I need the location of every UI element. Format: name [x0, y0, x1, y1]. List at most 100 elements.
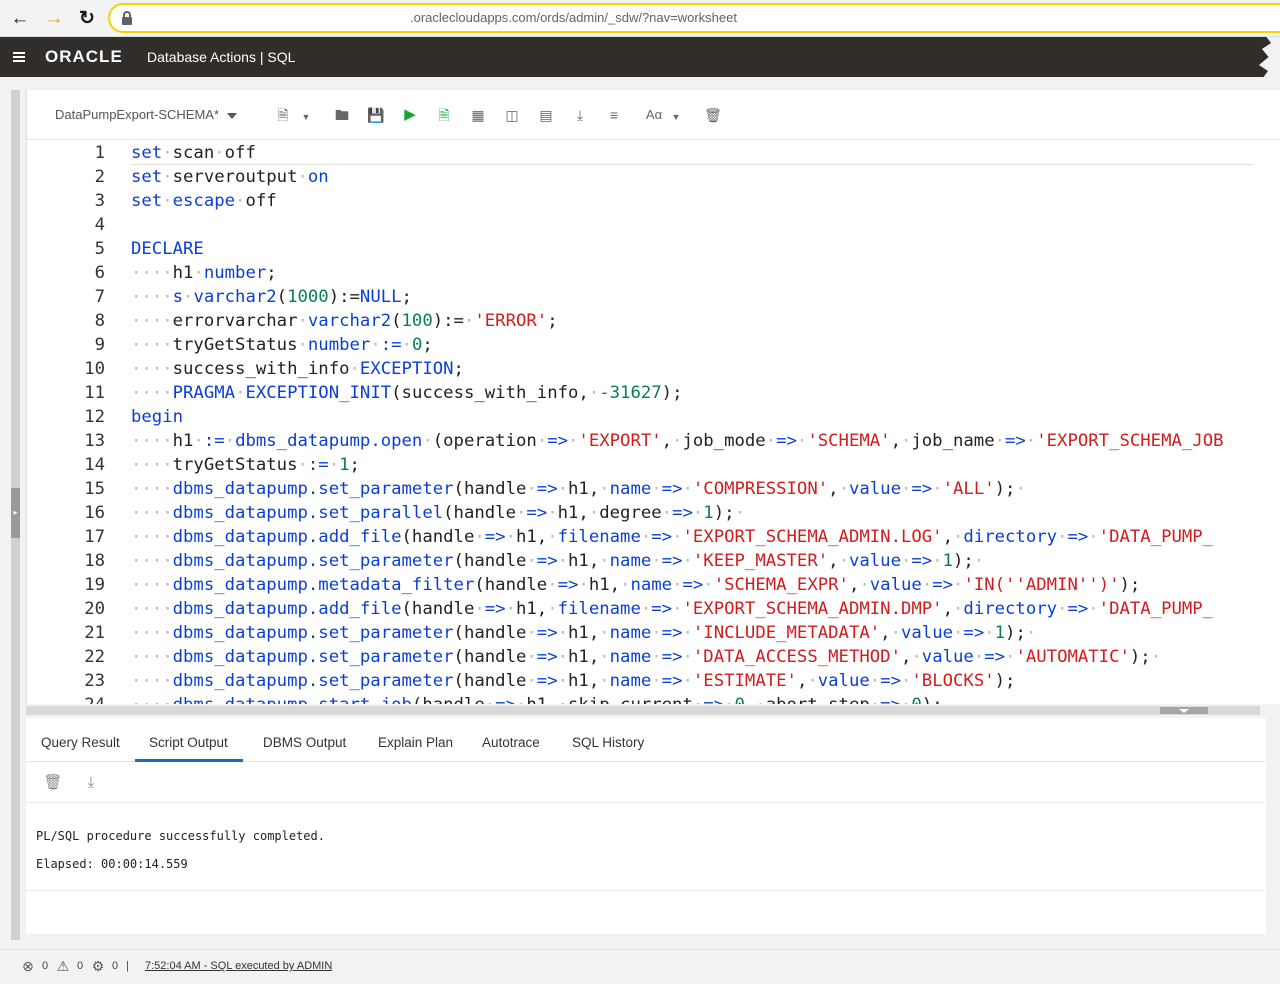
output-line: Elapsed: 00:00:14.559 — [36, 857, 188, 871]
code-text: ····PRAGMA·EXCEPTION_INIT(success_with_i… — [131, 383, 683, 403]
line-number: 10 — [84, 359, 105, 379]
tab-script-output[interactable]: Script Output — [135, 735, 243, 762]
code-line[interactable]: 3 set·escape·off — [27, 189, 1280, 213]
code-line[interactable]: 12 begin — [27, 405, 1280, 429]
line-number: 17 — [84, 527, 105, 547]
code-line[interactable]: 7 ····s·varchar2(1000):=NULL; — [27, 285, 1280, 309]
worksheet-selector[interactable]: DataPumpExport-SCHEMA* — [55, 107, 237, 122]
menu-icon[interactable] — [13, 52, 25, 62]
clear-icon[interactable]: 🗑 — [702, 104, 724, 126]
results-panel: Query Result Script Output DBMS Output E… — [26, 718, 1266, 934]
code-editor[interactable]: 1 set·scan·off 2 set·serveroutput·on 3 set·es… — [27, 141, 1280, 704]
navigator-collapse-handle[interactable]: ▸ — [11, 90, 20, 940]
code-line[interactable]: 8 ····errorvarchar·varchar2(100):=·'ERROR… — [27, 309, 1280, 333]
code-line[interactable]: 1 set·scan·off — [27, 141, 1280, 165]
output-line: PL/SQL procedure successfully completed. — [36, 829, 325, 843]
code-text: ····success_with_info·EXCEPTION; — [131, 359, 464, 379]
code-text: begin — [131, 407, 184, 427]
back-arrow-icon[interactable]: ← — [7, 6, 33, 32]
tab-query-result[interactable]: Query Result — [41, 735, 120, 750]
code-line[interactable]: 9 ····tryGetStatus·number·:=·0; — [27, 333, 1280, 357]
tab-autotrace[interactable]: Autotrace — [482, 735, 540, 750]
code-text: ····dbms_datapump.start_job(handle·=>·h1… — [131, 693, 943, 704]
format-icon[interactable]: ≡ — [603, 104, 625, 126]
code-line[interactable]: 14 ····tryGetStatus·:=·1; — [27, 453, 1280, 477]
code-text: ····dbms_datapump.set_parameter(handle·=… — [131, 647, 1162, 667]
forward-arrow-icon[interactable]: → — [41, 6, 67, 32]
new-worksheet-icon[interactable]: 🗎 — [272, 104, 294, 126]
code-text: set·scan·off — [131, 143, 256, 163]
code-text: set·serveroutput·on — [131, 167, 329, 187]
warning-count: 0 — [77, 960, 84, 972]
code-line[interactable]: 20 ····dbms_datapump.add_file(handle·=>·h… — [27, 597, 1280, 621]
download-icon[interactable]: ⤓ — [569, 104, 591, 126]
line-number: 13 — [84, 431, 105, 451]
browser-toolbar: ← → ↻ .oraclecloudapps.com/ords/admin/_s… — [0, 0, 1280, 37]
collapse-arrow-icon[interactable] — [1160, 707, 1208, 714]
save-icon[interactable]: 💾 — [365, 104, 387, 126]
download-icon[interactable]: ⤓ — [81, 773, 101, 793]
app-title: Database Actions | SQL — [147, 49, 296, 65]
run-statement-icon[interactable]: ▶ — [399, 104, 421, 126]
url-text: .oraclecloudapps.com/ords/admin/_sdw/?na… — [410, 10, 737, 25]
code-line[interactable]: 15 ····dbms_datapump.set_parameter(handle… — [27, 477, 1280, 501]
gear-icon[interactable]: ⚙ — [90, 958, 106, 974]
code-text: ····h1·number; — [131, 263, 277, 283]
code-line[interactable]: 19 ····dbms_datapump.metadata_filter(hand… — [27, 573, 1280, 597]
code-line[interactable]: 16 ····dbms_datapump.set_parallel(handle·… — [27, 501, 1280, 525]
run-script-icon[interactable]: 🗎 — [433, 104, 455, 126]
line-number: 6 — [94, 263, 105, 283]
code-text: ····tryGetStatus·number·:=·0; — [131, 335, 433, 355]
code-text: ····dbms_datapump.set_parameter(handle·=… — [131, 671, 1016, 691]
line-number: 24 — [27, 693, 105, 704]
code-text: ····dbms_datapump.set_parameter(handle·=… — [131, 551, 985, 571]
warning-icon[interactable]: ⚠ — [55, 958, 71, 974]
worksheet-toolbar: DataPumpExport-SCHEMA* 🗎 ▼ 🖿 💾 ▶ 🗎 ▦ ◫ ▤… — [27, 90, 1280, 140]
font-size-icon[interactable]: Aα — [643, 104, 665, 126]
code-line[interactable]: 4 — [27, 213, 1280, 237]
pane-splitter[interactable] — [26, 706, 1260, 715]
reload-icon[interactable]: ↻ — [74, 6, 100, 32]
worksheet-name: DataPumpExport-SCHEMA* — [55, 107, 219, 122]
address-bar[interactable]: .oraclecloudapps.com/ords/admin/_sdw/?na… — [108, 3, 1280, 33]
torn-edge — [1259, 37, 1280, 77]
line-number: 18 — [84, 551, 105, 571]
lock-icon — [122, 11, 132, 25]
open-icon[interactable]: 🖿 — [331, 104, 353, 126]
code-line[interactable]: 24 ····dbms_datapump.start_job(handle·=>·… — [27, 693, 1280, 704]
status-bar: ⊗ 0 ⚠ 0 ⚙ 0 | 7:52:04 AM - SQL executed … — [0, 949, 1280, 984]
code-line[interactable]: 13 ····h1·:=·dbms_datapump.open·(operatio… — [27, 429, 1280, 453]
code-line[interactable]: 18 ····dbms_datapump.set_parameter(handle… — [27, 549, 1280, 573]
code-line[interactable]: 23 ····dbms_datapump.set_parameter(handle… — [27, 669, 1280, 693]
explain-plan-icon[interactable]: ▦ — [467, 104, 489, 126]
code-text: ····dbms_datapump.add_file(handle·=>·h1,… — [131, 599, 1214, 619]
code-line[interactable]: 21 ····dbms_datapump.set_parameter(handle… — [27, 621, 1280, 645]
chevron-down-icon[interactable]: ▼ — [665, 104, 687, 126]
error-icon[interactable]: ⊗ — [20, 958, 36, 974]
code-line[interactable]: 6 ····h1·number; — [27, 261, 1280, 285]
expand-arrow-icon[interactable]: ▸ — [11, 488, 20, 538]
app-header: ORACLE Database Actions | SQL — [0, 37, 1280, 77]
code-line[interactable]: 17 ····dbms_datapump.add_file(handle·=>·h… — [27, 525, 1280, 549]
task-count: 0 — [112, 960, 119, 972]
code-line[interactable]: 10 ····success_with_info·EXCEPTION; — [27, 357, 1280, 381]
line-number: 2 — [94, 167, 105, 187]
tab-explain-plan[interactable]: Explain Plan — [378, 735, 453, 750]
sql-tuning-icon[interactable]: ▤ — [535, 104, 557, 126]
code-line[interactable]: 22 ····dbms_datapump.set_parameter(handle… — [27, 645, 1280, 669]
code-line[interactable]: 5 DECLARE — [27, 237, 1280, 261]
code-line[interactable]: 2 set·serveroutput·on — [27, 165, 1280, 189]
code-line[interactable]: 11 ····PRAGMA·EXCEPTION_INIT(success_with… — [27, 381, 1280, 405]
trash-icon[interactable]: 🗑 — [43, 773, 63, 793]
tab-sql-history[interactable]: SQL History — [572, 735, 644, 750]
autotrace-icon[interactable]: ◫ — [501, 104, 523, 126]
output-toolbar: 🗑 ⤓ — [26, 763, 1266, 803]
line-number: 7 — [94, 287, 105, 307]
tab-dbms-output[interactable]: DBMS Output — [263, 735, 346, 750]
line-number: 22 — [84, 647, 105, 667]
status-message[interactable]: 7:52:04 AM - SQL executed by ADMIN — [145, 960, 332, 972]
code-text: ····tryGetStatus·:=·1; — [131, 455, 360, 475]
chevron-down-icon — [227, 112, 237, 119]
chevron-down-icon[interactable]: ▼ — [295, 104, 317, 126]
line-number: 5 — [94, 239, 105, 259]
